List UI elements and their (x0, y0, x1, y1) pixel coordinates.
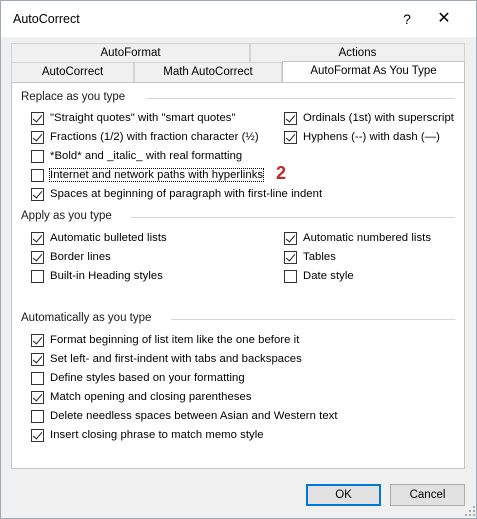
option-border-lines[interactable]: Border lines (31, 249, 111, 265)
group-heading-replace: Replace as you type (21, 91, 126, 103)
option-label: Tables (303, 251, 336, 263)
option-label: Automatic bulleted lists (50, 232, 167, 244)
dialog-title: AutoCorrect (13, 12, 80, 26)
option-label: Hyphens (--) with dash (—) (303, 131, 440, 143)
group-divider (131, 217, 455, 218)
tab-math-autocorrect[interactable]: Math AutoCorrect (134, 62, 282, 82)
checkbox[interactable] (31, 371, 44, 385)
checkbox[interactable] (31, 168, 44, 182)
option-label: Insert closing phrase to match memo styl… (50, 429, 264, 441)
option-date-style[interactable]: Date style (284, 268, 354, 284)
option-label: "Straight quotes" with "smart quotes" (50, 112, 236, 124)
checkbox[interactable] (31, 409, 44, 423)
option-label: Ordinals (1st) with superscript (303, 112, 454, 124)
checkbox[interactable] (31, 130, 44, 144)
option-heading-styles[interactable]: Built-in Heading styles (31, 268, 163, 284)
checkbox[interactable] (31, 352, 44, 366)
option-bold-italic[interactable]: *Bold* and _italic_ with real formatting (31, 148, 242, 164)
option-tables[interactable]: Tables (284, 249, 336, 265)
option-label: Set left- and first-indent with tabs and… (50, 353, 302, 365)
option-label: Fractions (1/2) with fraction character … (50, 131, 259, 143)
option-first-line-indent[interactable]: Spaces at beginning of paragraph with fi… (31, 186, 322, 202)
resize-grip-icon[interactable] (465, 506, 475, 516)
autocorrect-dialog: AutoCorrect ? ✕ AutoFormat Actions AutoC… (0, 0, 477, 519)
option-label: Match opening and closing parentheses (50, 391, 252, 403)
tab-panel: Replace as you type "Straight quotes" wi… (11, 82, 465, 469)
ok-button[interactable]: OK (306, 484, 381, 506)
option-label: *Bold* and _italic_ with real formatting (50, 150, 243, 162)
cancel-button[interactable]: Cancel (390, 484, 465, 506)
group-heading-automatically: Automatically as you type (21, 312, 152, 324)
option-label: Border lines (50, 251, 111, 263)
option-match-parentheses[interactable]: Match opening and closing parentheses (31, 389, 252, 405)
checkbox[interactable] (31, 187, 44, 201)
checkbox[interactable] (284, 111, 297, 125)
checkbox[interactable] (31, 428, 44, 442)
group-divider (147, 98, 455, 99)
title-bar: AutoCorrect ? ✕ (1, 1, 476, 37)
checkbox[interactable] (31, 333, 44, 347)
option-closing-phrase[interactable]: Insert closing phrase to match memo styl… (31, 427, 264, 443)
option-ordinals-superscript[interactable]: Ordinals (1st) with superscript (284, 110, 454, 126)
checkbox[interactable] (31, 250, 44, 264)
checkbox[interactable] (284, 269, 297, 283)
checkbox[interactable] (284, 231, 297, 245)
checkbox[interactable] (31, 111, 44, 125)
checkbox[interactable] (31, 231, 44, 245)
close-button[interactable]: ✕ (433, 8, 455, 30)
option-label: Define styles based on your formatting (50, 372, 245, 384)
checkbox[interactable] (284, 250, 297, 264)
checkbox[interactable] (31, 269, 44, 283)
option-fractions[interactable]: Fractions (1/2) with fraction character … (31, 129, 259, 145)
option-label: Internet and network paths with hyperlin… (48, 168, 265, 182)
option-label: Format beginning of list item like the o… (50, 334, 300, 346)
help-button[interactable]: ? (397, 8, 417, 30)
tab-autoformat-as-you-type[interactable]: AutoFormat As You Type (282, 61, 465, 82)
option-indent-tabs[interactable]: Set left- and first-indent with tabs and… (31, 351, 302, 367)
group-heading-apply: Apply as you type (21, 210, 112, 222)
group-divider (171, 319, 455, 320)
tab-autoformat[interactable]: AutoFormat (11, 43, 250, 62)
option-smart-quotes[interactable]: "Straight quotes" with "smart quotes" (31, 110, 236, 126)
tab-autocorrect[interactable]: AutoCorrect (11, 62, 134, 82)
annotation-badge-2: 2 (276, 163, 287, 183)
option-label: Automatic numbered lists (303, 232, 432, 244)
option-delete-spaces[interactable]: Delete needless spaces between Asian and… (31, 408, 338, 424)
option-label: Spaces at beginning of paragraph with fi… (50, 188, 323, 200)
checkbox[interactable] (31, 149, 44, 163)
option-label: Built-in Heading styles (50, 270, 163, 282)
option-format-list-item[interactable]: Format beginning of list item like the o… (31, 332, 299, 348)
option-label: Delete needless spaces between Asian and… (50, 410, 338, 422)
checkbox[interactable] (31, 390, 44, 404)
tab-actions[interactable]: Actions (250, 43, 465, 62)
option-bulleted-lists[interactable]: Automatic bulleted lists (31, 230, 167, 246)
option-hyphens-dash[interactable]: Hyphens (--) with dash (—) (284, 129, 440, 145)
option-define-styles[interactable]: Define styles based on your formatting (31, 370, 245, 386)
checkbox[interactable] (284, 130, 297, 144)
option-hyperlinks[interactable]: Internet and network paths with hyperlin… (31, 167, 265, 183)
option-label: Date style (303, 270, 354, 282)
option-numbered-lists[interactable]: Automatic numbered lists (284, 230, 431, 246)
